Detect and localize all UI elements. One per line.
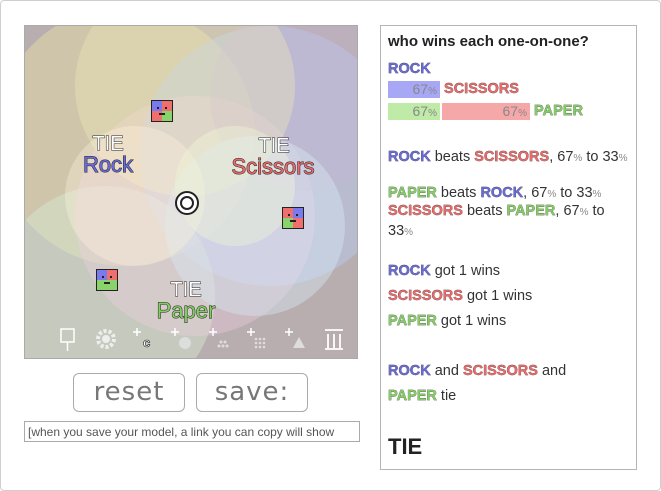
rock-score-value: 67: [412, 80, 429, 97]
wins-text: got 1 wins: [466, 288, 533, 304]
add-candidate-icon[interactable]: c: [131, 326, 157, 352]
tie-word: tie: [440, 388, 457, 404]
tie-candidate-a: ROCK: [388, 363, 431, 379]
add-voter-icon[interactable]: [169, 326, 195, 352]
wins-name: PAPER: [388, 313, 437, 329]
matrix-rock-label: ROCK: [388, 61, 431, 77]
matrix-row-3: 67% 67% PAPER: [388, 102, 632, 120]
tie-and: and: [434, 363, 459, 379]
svg-text:c: c: [143, 335, 150, 350]
matrix-row-1: ROCK: [388, 60, 632, 78]
matrix-paper-label: PAPER: [534, 103, 583, 119]
wins-name: ROCK: [388, 263, 431, 279]
result-winner: ROCK: [388, 149, 431, 165]
pct-sign: %: [404, 227, 414, 238]
save-button[interactable]: save:: [196, 373, 308, 412]
wins-name: SCISSORS: [388, 288, 463, 304]
tie-and: and: [541, 363, 567, 379]
result-line-3: SCISSORS beats PAPER, 67% to 33%: [388, 203, 605, 239]
voter-icon[interactable]: [151, 100, 173, 122]
wins-line-rock: ROCK got 1 wins: [388, 262, 632, 280]
result-to: to: [592, 203, 605, 219]
paper-vs-rock-bar: 67%: [388, 102, 440, 120]
result-verb: beats: [440, 185, 477, 201]
results-panel: who wins each one-on-one? ROCK 67% SCISS…: [380, 25, 637, 470]
matrix-row-2: 67% SCISSORS: [388, 80, 632, 98]
tie-candidate-c: PAPER: [388, 388, 437, 404]
tie-candidate-b: SCISSORS: [462, 363, 538, 379]
result-winner: SCISSORS: [388, 203, 463, 219]
result-line-2: PAPER beats ROCK, 67% to 33%: [388, 185, 602, 201]
result-pct-b: 33: [602, 149, 619, 165]
paper-vs-scissors-value: 67: [502, 102, 519, 119]
arrow-down-icon[interactable]: [55, 326, 81, 352]
paper-vs-rock-value: 67: [412, 102, 429, 119]
candidate-paper[interactable]: Paper: [151, 299, 221, 322]
result-verb: beats: [434, 149, 471, 165]
result-loser: ROCK: [480, 185, 524, 201]
result-pct-a: 67: [531, 185, 548, 201]
result-line-1: ROCK beats SCISSORS, 67% to 33%: [388, 149, 628, 165]
pct-sign: %: [428, 107, 437, 119]
paper-zone-tie-label: TIE: [170, 279, 202, 301]
paper-vs-scissors-bar: 67%: [442, 102, 530, 120]
target-icon[interactable]: [174, 190, 200, 216]
final-result: TIE: [388, 434, 423, 459]
wins-text: got 1 wins: [434, 263, 501, 279]
result-pct-a: 67: [563, 203, 580, 219]
result-winner: PAPER: [388, 185, 437, 201]
result-verb: beats: [466, 203, 503, 219]
save-link-field[interactable]: [when you save your model, a link you ca…: [24, 421, 360, 442]
result-loser: SCISSORS: [474, 149, 550, 165]
wins-line-paper: PAPER got 1 wins: [388, 312, 632, 330]
voter-simulation-canvas[interactable]: TIE Rock TIE Scissors TIE Paper c: [24, 25, 358, 359]
pct-sign: %: [547, 189, 557, 200]
add-crowd-icon[interactable]: [207, 326, 233, 352]
scissors-zone-tie-label: TIE: [258, 135, 290, 157]
panel-title: who wins each one-on-one?: [388, 33, 589, 50]
candidate-rock[interactable]: Rock: [73, 153, 143, 176]
wins-text: got 1 wins: [440, 313, 507, 329]
result-to: to: [586, 149, 599, 165]
pct-sign: %: [428, 85, 437, 97]
pct-sign: %: [592, 189, 602, 200]
wins-line-scissors: SCISSORS got 1 wins: [388, 287, 632, 305]
add-grid-voters-icon[interactable]: [245, 326, 271, 352]
result-loser: PAPER: [506, 203, 556, 219]
pct-sign: %: [618, 153, 628, 164]
reset-button[interactable]: reset: [73, 373, 185, 412]
rock-zone-tie-label: TIE: [92, 133, 124, 155]
result-pct-b: 33: [576, 185, 593, 201]
result-pct-b: 33: [388, 223, 405, 239]
pct-sign: %: [518, 107, 527, 119]
tie-summary: ROCK and SCISSORS and: [388, 362, 632, 380]
gear-icon[interactable]: [93, 326, 119, 352]
pct-sign: %: [579, 207, 589, 218]
voter-icon[interactable]: [282, 207, 304, 229]
voter-icon[interactable]: [96, 269, 118, 291]
tie-summary-2: PAPER tie: [388, 387, 632, 405]
columns-icon[interactable]: [321, 326, 347, 352]
pct-sign: %: [573, 153, 583, 164]
candidate-scissors[interactable]: Scissors: [223, 155, 323, 178]
result-to: to: [560, 185, 573, 201]
add-triangle-icon[interactable]: [283, 326, 309, 352]
rock-score-bar: 67%: [388, 80, 440, 98]
result-pct-a: 67: [557, 149, 574, 165]
matrix-scissors-label: SCISSORS: [444, 81, 519, 97]
